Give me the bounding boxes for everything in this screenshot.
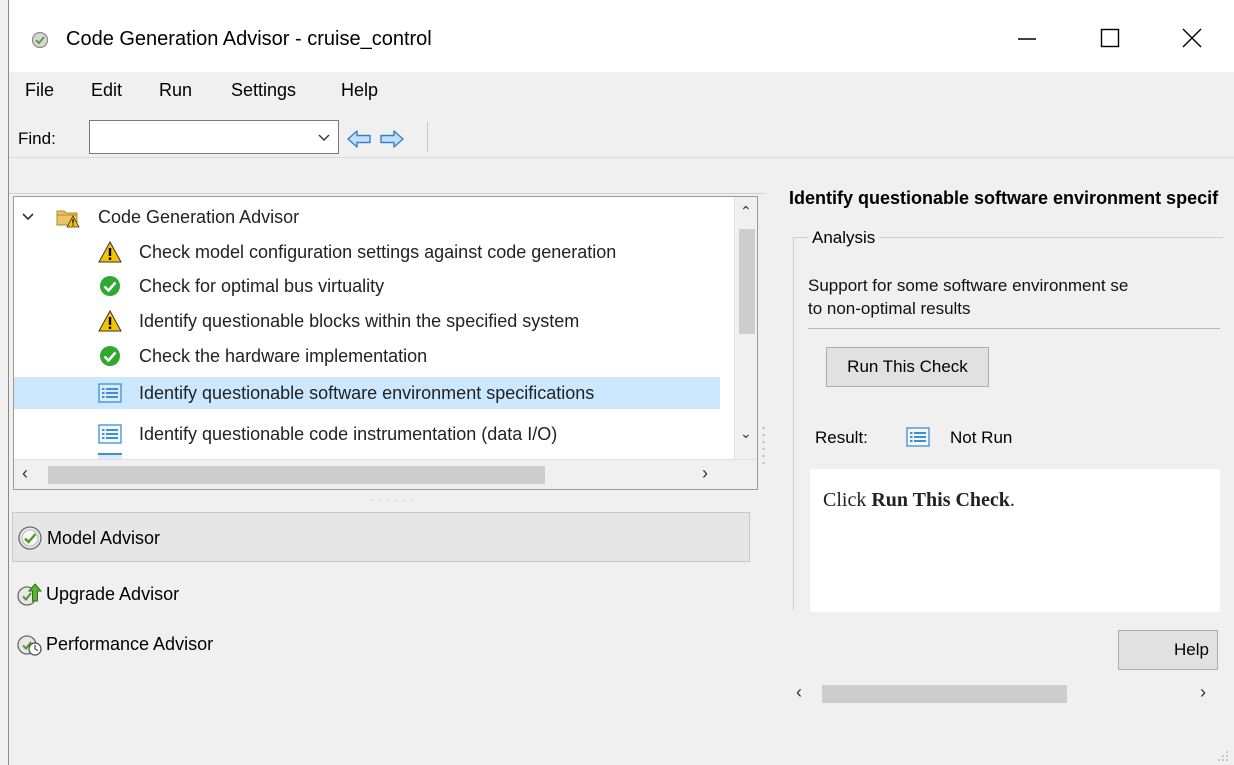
result-value: Not Run: [950, 428, 1013, 447]
analysis-line-2: to non-optimal results: [808, 299, 971, 318]
tree-item[interactable]: Identify questionable code instrumentati…: [14, 418, 734, 450]
tree-root-label: Code Generation Advisor: [98, 207, 300, 227]
analysis-separator: [808, 328, 1220, 329]
splitter-handle[interactable]: [762, 425, 765, 465]
detail-horizontal-scrollbar[interactable]: ‹ ›: [790, 680, 1220, 708]
left-panel-header: [9, 158, 765, 194]
close-icon: [1182, 28, 1202, 48]
find-input[interactable]: [92, 123, 314, 151]
toolbar-separator: [427, 122, 428, 152]
check-title: Identify questionable software environme…: [789, 188, 1219, 208]
tree-horizontal-scrollbar[interactable]: ‹ ›: [14, 459, 757, 489]
tree-item[interactable]: Check for optimal bus virtuality: [14, 270, 734, 302]
menu-run[interactable]: Run: [159, 80, 192, 101]
analysis-group-label: Analysis: [808, 228, 880, 248]
analysis-description: Support for some software environment se…: [808, 274, 1220, 320]
menu-edit[interactable]: Edit: [91, 80, 122, 101]
tree-item-label: Check model configuration settings again…: [139, 242, 617, 262]
tree-item-label: Identify questionable code instrumentati…: [139, 424, 558, 444]
scroll-thumb[interactable]: [739, 229, 755, 334]
resize-grip-icon[interactable]: [1212, 745, 1230, 763]
find-toolbar: Find:: [9, 108, 1234, 158]
tree-item-label: Check for optimal bus virtuality: [139, 276, 385, 296]
close-button[interactable]: [1164, 16, 1220, 60]
passed-icon: [100, 346, 120, 366]
tree-root[interactable]: Code Generation Advisor: [14, 201, 734, 233]
upgrade-advisor-label: Upgrade Advisor: [46, 584, 180, 604]
tree-item[interactable]: Check the hardware implementation: [14, 340, 734, 372]
menu-help[interactable]: Help: [341, 80, 378, 101]
folder-warning-icon: [56, 210, 80, 228]
model-advisor-button[interactable]: Model Advisor: [12, 512, 750, 562]
menu-settings[interactable]: Settings: [231, 80, 296, 101]
tree-item[interactable]: Identify questionable blocks within the …: [14, 305, 734, 337]
model-advisor-label: Model Advisor: [47, 528, 161, 548]
scroll-right-icon[interactable]: ›: [1200, 682, 1206, 703]
result-label: Result:: [815, 428, 868, 447]
not-run-icon: [98, 383, 122, 403]
right-arrow-icon[interactable]: [379, 128, 405, 150]
model-advisor-icon: [31, 31, 49, 49]
run-this-check-button[interactable]: Run This Check: [826, 347, 989, 387]
chevron-down-icon[interactable]: [20, 209, 36, 225]
maximize-icon: [1100, 28, 1120, 48]
minimize-icon: [1018, 38, 1036, 40]
scroll-left-icon[interactable]: ‹: [22, 463, 28, 484]
scroll-right-icon[interactable]: ›: [702, 463, 708, 484]
model-advisor-icon: [18, 526, 42, 550]
result-report: Click Run This Check.: [810, 469, 1220, 612]
menu-bar: File Edit Run Settings Help: [9, 72, 1234, 108]
scroll-thumb[interactable]: [822, 685, 1067, 703]
performance-advisor-icon: [17, 635, 42, 656]
chevron-down-icon[interactable]: [314, 127, 334, 147]
result-message-prefix: Click: [823, 489, 872, 511]
result-message: Click Run This Check.: [823, 489, 1015, 512]
tree-item-selected[interactable]: Identify questionable software environme…: [14, 377, 720, 409]
tree-item[interactable]: Check model configuration settings again…: [14, 236, 734, 268]
tree-vertical-scrollbar[interactable]: ⌃ ⌄: [734, 197, 757, 459]
title-bar[interactable]: Code Generation Advisor - cruise_control: [9, 0, 1234, 72]
result-message-suffix: .: [1009, 489, 1015, 511]
analysis-line-1: Support for some software environment se: [808, 276, 1129, 295]
performance-advisor-button[interactable]: Performance Advisor: [12, 619, 750, 669]
maximize-button[interactable]: [1082, 16, 1138, 60]
find-combobox[interactable]: [89, 120, 339, 154]
left-arrow-icon[interactable]: [346, 128, 372, 150]
tree-item-label: Check the hardware implementation: [139, 346, 428, 366]
scroll-thumb[interactable]: [48, 466, 545, 484]
scroll-down-icon[interactable]: ⌄: [740, 425, 752, 442]
scroll-left-icon[interactable]: ‹: [796, 682, 802, 703]
panel-resize-grip[interactable]: · · · · · ·: [370, 495, 415, 506]
check-tree[interactable]: Code Generation Advisor Check model conf…: [13, 196, 758, 490]
help-button[interactable]: Help: [1118, 630, 1218, 670]
tree-item-label: Identify questionable software environme…: [139, 383, 595, 403]
result-message-bold: Run This Check: [871, 489, 1010, 511]
window-title: Code Generation Advisor - cruise_control: [66, 28, 432, 50]
upgrade-advisor-button[interactable]: Upgrade Advisor: [12, 569, 750, 619]
upgrade-advisor-icon: [17, 583, 42, 606]
not-run-icon: [906, 427, 930, 447]
scroll-up-icon[interactable]: ⌃: [740, 203, 752, 220]
find-label: Find:: [18, 129, 56, 148]
warning-icon: [98, 241, 122, 263]
passed-icon: [100, 276, 120, 296]
not-run-icon: [98, 424, 122, 444]
performance-advisor-label: Performance Advisor: [46, 634, 214, 654]
minimize-button[interactable]: [999, 16, 1055, 60]
menu-file[interactable]: File: [25, 80, 54, 101]
tree-item-label: Identify questionable blocks within the …: [139, 311, 580, 331]
warning-icon: [98, 310, 122, 332]
